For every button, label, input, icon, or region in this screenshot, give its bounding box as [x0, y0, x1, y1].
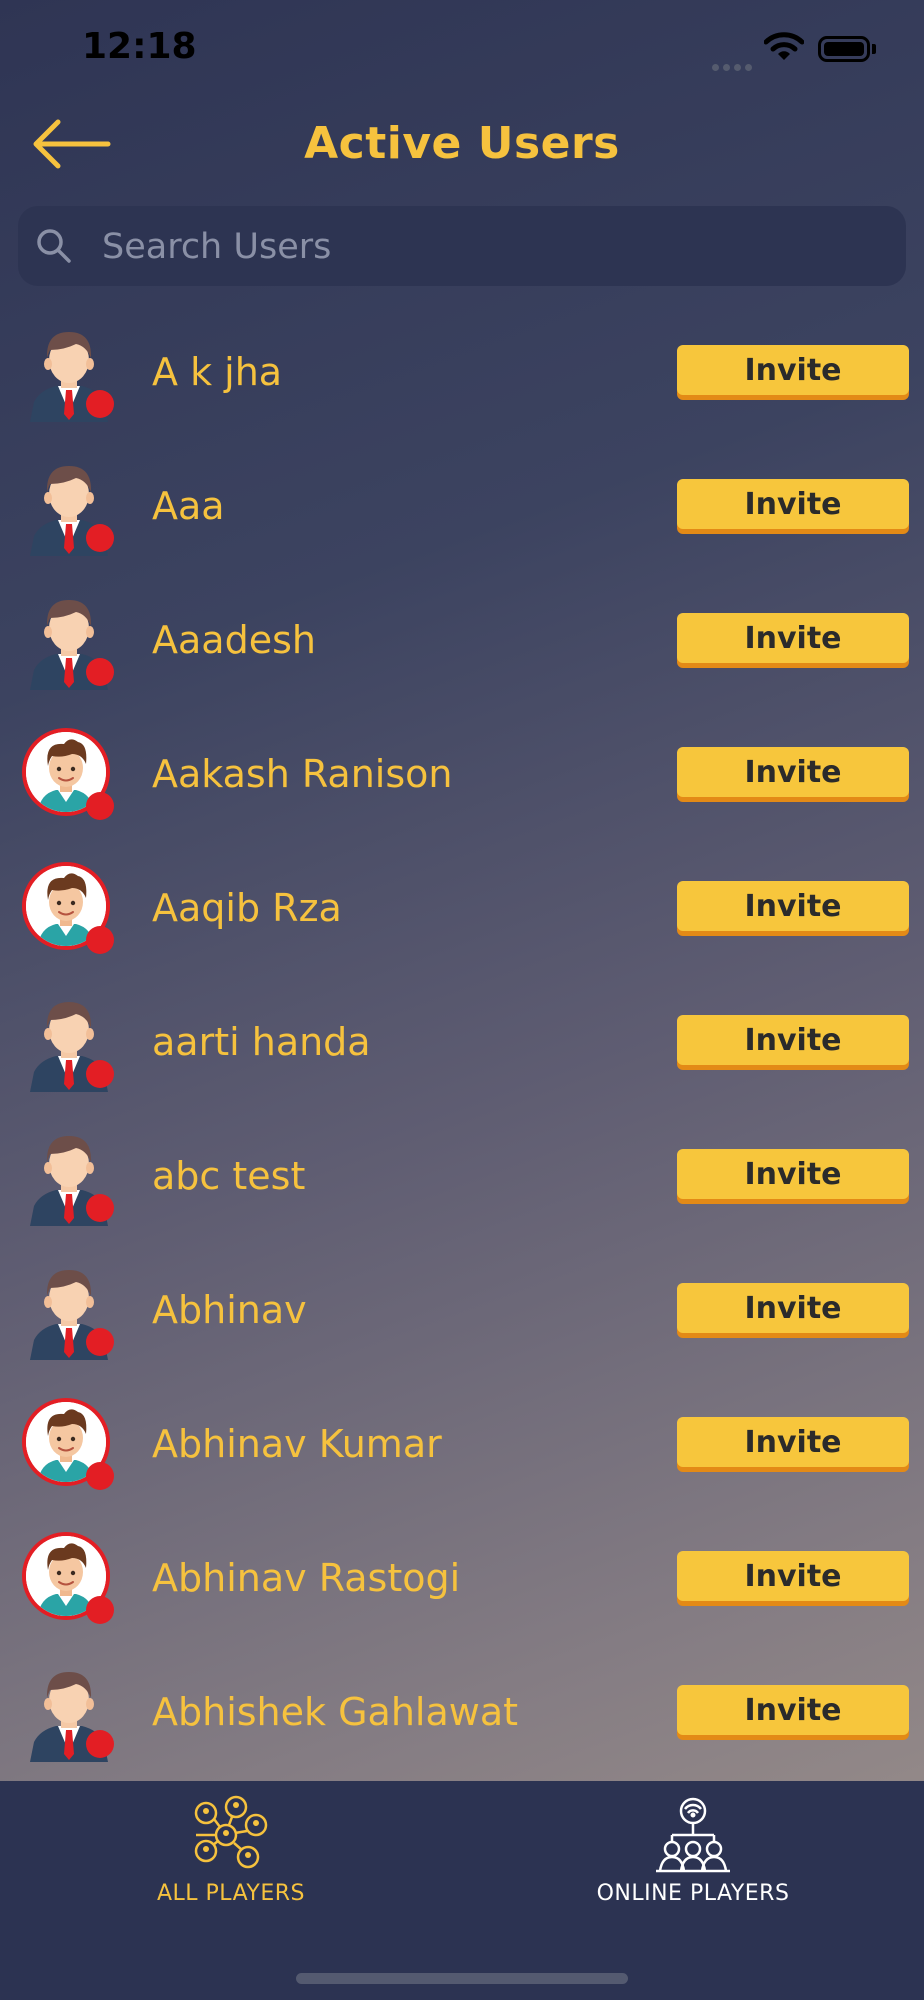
- user-row[interactable]: Aakash Ranison Invite: [0, 710, 924, 844]
- header: Active Users: [0, 100, 924, 190]
- avatar: [20, 1396, 118, 1494]
- user-row[interactable]: A k jha Invite: [0, 308, 924, 442]
- offline-status-dot: [86, 658, 114, 686]
- invite-button[interactable]: Invite: [677, 613, 909, 663]
- invite-button[interactable]: Invite: [677, 1417, 909, 1467]
- battery-cap: [872, 44, 876, 54]
- user-name: Abhinav: [152, 1288, 307, 1332]
- invite-button[interactable]: Invite: [677, 479, 909, 529]
- search-bar[interactable]: [18, 206, 906, 288]
- user-row[interactable]: abc test Invite: [0, 1112, 924, 1246]
- user-row[interactable]: Aaqib Rza Invite: [0, 844, 924, 978]
- invite-button[interactable]: Invite: [677, 1283, 909, 1333]
- invite-button[interactable]: Invite: [677, 747, 909, 797]
- search-icon: [37, 229, 71, 263]
- user-row[interactable]: Abhinav Kumar Invite: [0, 1380, 924, 1514]
- user-name: Aaa: [152, 484, 225, 528]
- avatar: [20, 1262, 118, 1360]
- offline-status-dot: [86, 1596, 114, 1624]
- search-input[interactable]: [100, 206, 894, 288]
- user-row[interactable]: aarti handa Invite: [0, 978, 924, 1112]
- offline-status-dot: [86, 1060, 114, 1088]
- user-name: A k jha: [152, 350, 283, 394]
- user-row[interactable]: Aaadesh Invite: [0, 576, 924, 710]
- user-name: Aakash Ranison: [152, 752, 453, 796]
- status-time: 12:18: [82, 26, 197, 67]
- user-list: A k jha Invite Aaa Invite Aaadesh Invite Aa…: [0, 308, 924, 1782]
- avatar: [20, 1128, 118, 1226]
- invite-button[interactable]: Invite: [677, 1685, 909, 1735]
- user-row[interactable]: Aaa Invite: [0, 442, 924, 576]
- offline-status-dot: [86, 1730, 114, 1758]
- avatar: [20, 994, 118, 1092]
- user-name: Aaadesh: [152, 618, 316, 662]
- tab-all-players-label: ALL PLAYERS: [156, 1881, 306, 1906]
- offline-status-dot: [86, 524, 114, 552]
- invite-button[interactable]: Invite: [677, 1015, 909, 1065]
- user-row[interactable]: Abhinav Invite: [0, 1246, 924, 1380]
- invite-button[interactable]: Invite: [677, 1551, 909, 1601]
- avatar: [20, 860, 118, 958]
- cellular-signal-icon: [712, 56, 756, 75]
- status-bar: 12:18: [0, 0, 924, 100]
- user-name: Abhishek Gahlawat: [152, 1690, 519, 1734]
- user-row[interactable]: Abhinav Rastogi Invite: [0, 1514, 924, 1648]
- user-name: abc test: [152, 1154, 306, 1198]
- invite-button[interactable]: Invite: [677, 345, 909, 395]
- avatar: [20, 1530, 118, 1628]
- user-name: Abhinav Rastogi: [152, 1556, 461, 1600]
- online-players-icon: [656, 1797, 730, 1873]
- page-title: Active Users: [304, 118, 620, 169]
- tab-all-players[interactable]: ALL PLAYERS: [0, 1781, 462, 1931]
- offline-status-dot: [86, 1328, 114, 1356]
- avatar: [20, 458, 118, 556]
- invite-button[interactable]: Invite: [677, 1149, 909, 1199]
- avatar: [20, 1664, 118, 1762]
- user-name: aarti handa: [152, 1020, 371, 1064]
- invite-button[interactable]: Invite: [677, 881, 909, 931]
- wifi-icon: [764, 32, 804, 60]
- offline-status-dot: [86, 1462, 114, 1490]
- tab-online-players[interactable]: ONLINE PLAYERS: [462, 1781, 924, 1931]
- home-indicator: [296, 1973, 628, 1984]
- tab-online-players-label: ONLINE PLAYERS: [596, 1881, 790, 1906]
- user-name: Abhinav Kumar: [152, 1422, 442, 1466]
- user-row[interactable]: Abhishek Gahlawat Invite: [0, 1648, 924, 1782]
- offline-status-dot: [86, 390, 114, 418]
- offline-status-dot: [86, 926, 114, 954]
- offline-status-dot: [86, 792, 114, 820]
- avatar: [20, 726, 118, 824]
- all-players-icon: [194, 1795, 268, 1869]
- battery-icon: [818, 36, 870, 62]
- avatar: [20, 592, 118, 690]
- tab-bar: ALL PLAYERS ONLINE PLAYERS: [0, 1781, 924, 2000]
- user-name: Aaqib Rza: [152, 886, 342, 930]
- offline-status-dot: [86, 1194, 114, 1222]
- avatar: [20, 324, 118, 422]
